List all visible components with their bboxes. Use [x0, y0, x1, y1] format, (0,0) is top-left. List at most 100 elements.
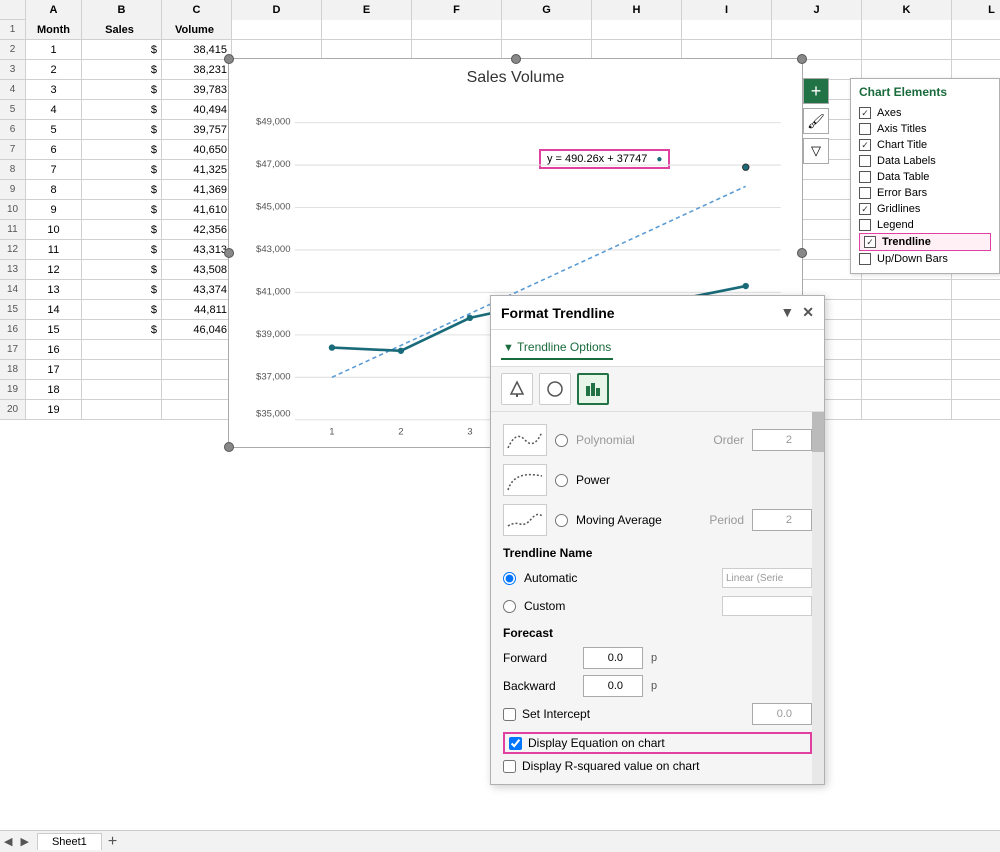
cell-volume[interactable]: 41,610: [162, 200, 232, 220]
chart-element-item[interactable]: Axis Titles: [859, 121, 991, 137]
display-rsquared-checkbox[interactable]: [503, 760, 516, 773]
cell-month[interactable]: 17: [26, 360, 82, 380]
cell-empty[interactable]: [952, 60, 1000, 80]
cell-volume[interactable]: 41,325: [162, 160, 232, 180]
cell-empty[interactable]: [862, 400, 952, 420]
cell-month[interactable]: 12: [26, 260, 82, 280]
cell-sales[interactable]: $: [82, 220, 162, 240]
cell-empty[interactable]: [862, 20, 952, 40]
ce-checkbox[interactable]: ✓: [859, 107, 871, 119]
bar-chart-tab-button[interactable]: [577, 373, 609, 405]
add-sheet-button[interactable]: +: [102, 833, 123, 851]
cell-sales[interactable]: $: [82, 180, 162, 200]
cell-volume[interactable]: 46,046: [162, 320, 232, 340]
fill-tab-button[interactable]: [501, 373, 533, 405]
cell-volume[interactable]: 43,374: [162, 280, 232, 300]
ce-checkbox[interactable]: ✓: [859, 203, 871, 215]
cell-month[interactable]: 10: [26, 220, 82, 240]
cell-sales[interactable]: $: [82, 140, 162, 160]
polynomial-radio[interactable]: [555, 434, 568, 447]
cell-month[interactable]: 6: [26, 140, 82, 160]
chart-element-item[interactable]: Data Table: [859, 169, 991, 185]
cell-month[interactable]: 4: [26, 100, 82, 120]
chart-element-item[interactable]: Error Bars: [859, 185, 991, 201]
cell-volume[interactable]: [162, 400, 232, 420]
cell-empty[interactable]: [952, 300, 1000, 320]
cell-empty[interactable]: [682, 20, 772, 40]
forward-input[interactable]: [583, 647, 643, 669]
ce-checkbox[interactable]: [859, 187, 871, 199]
cell-volume[interactable]: 39,783: [162, 80, 232, 100]
cell-empty[interactable]: [772, 20, 862, 40]
cell-month[interactable]: 3: [26, 80, 82, 100]
cell-volume[interactable]: 42,356: [162, 220, 232, 240]
cell-sales[interactable]: $: [82, 40, 162, 60]
sheet1-tab[interactable]: Sheet1: [37, 833, 102, 850]
cell-volume[interactable]: 38,231: [162, 60, 232, 80]
cell-month[interactable]: 14: [26, 300, 82, 320]
cell-empty[interactable]: [952, 340, 1000, 360]
cell-sales[interactable]: $: [82, 160, 162, 180]
cell-sales[interactable]: $: [82, 320, 162, 340]
cell-empty[interactable]: [862, 360, 952, 380]
cell-month[interactable]: 2: [26, 60, 82, 80]
polynomial-order-input[interactable]: 2: [752, 429, 812, 451]
cell-empty[interactable]: [232, 40, 322, 60]
panel-close-button[interactable]: ✕: [802, 304, 814, 321]
cell-sales[interactable]: [82, 340, 162, 360]
cell-empty[interactable]: [952, 320, 1000, 340]
cell-sales[interactable]: $: [82, 260, 162, 280]
cell-month[interactable]: 11: [26, 240, 82, 260]
nav-prev-button[interactable]: ◀: [0, 835, 16, 848]
cell-volume[interactable]: 43,508: [162, 260, 232, 280]
resize-handle-tr[interactable]: [797, 54, 807, 64]
cell-empty[interactable]: [862, 340, 952, 360]
cell-empty[interactable]: [592, 20, 682, 40]
cell-month[interactable]: 13: [26, 280, 82, 300]
cell-month[interactable]: 7: [26, 160, 82, 180]
cell-empty[interactable]: [772, 40, 862, 60]
chart-add-button[interactable]: +: [803, 78, 829, 104]
resize-handle-tl[interactable]: [224, 54, 234, 64]
cell-empty[interactable]: [952, 20, 1000, 40]
cell-volume[interactable]: 38,415: [162, 40, 232, 60]
nav-next-button[interactable]: ▶: [16, 835, 32, 848]
automatic-name-radio[interactable]: [503, 572, 516, 585]
cell-volume[interactable]: 40,650: [162, 140, 232, 160]
cell-empty[interactable]: [412, 40, 502, 60]
cell-volume[interactable]: [162, 340, 232, 360]
ce-checkbox[interactable]: [859, 123, 871, 135]
custom-name-radio[interactable]: [503, 600, 516, 613]
period-input[interactable]: 2: [752, 509, 812, 531]
cell-month[interactable]: 1: [26, 40, 82, 60]
set-intercept-checkbox[interactable]: [503, 708, 516, 721]
automatic-name-input[interactable]: [722, 568, 812, 588]
cell-sales[interactable]: [82, 400, 162, 420]
chart-element-item[interactable]: Up/Down Bars: [859, 251, 991, 267]
resize-handle-tm[interactable]: [511, 54, 521, 64]
chart-element-item[interactable]: Legend: [859, 217, 991, 233]
chart-element-item[interactable]: ✓Axes: [859, 105, 991, 121]
line-tab-button[interactable]: [539, 373, 571, 405]
cell-empty[interactable]: [952, 280, 1000, 300]
cell-sales[interactable]: [82, 380, 162, 400]
chart-style-button[interactable]: 🖌: [803, 108, 829, 134]
cell-volume[interactable]: 43,313: [162, 240, 232, 260]
cell-empty[interactable]: [592, 40, 682, 60]
chart-element-item[interactable]: ✓Gridlines: [859, 201, 991, 217]
custom-name-input[interactable]: [722, 596, 812, 616]
cell-sales[interactable]: $: [82, 200, 162, 220]
backward-input[interactable]: [583, 675, 643, 697]
set-intercept-input[interactable]: [752, 703, 812, 725]
cell-sales[interactable]: $: [82, 280, 162, 300]
cell-volume[interactable]: 44,811: [162, 300, 232, 320]
cell-empty[interactable]: [322, 40, 412, 60]
chart-element-item[interactable]: ✓Chart Title: [859, 137, 991, 153]
cell-sales[interactable]: $: [82, 60, 162, 80]
cell-empty[interactable]: [952, 40, 1000, 60]
cell-month[interactable]: 8: [26, 180, 82, 200]
ce-checkbox[interactable]: ✓: [859, 139, 871, 151]
cell-empty[interactable]: [862, 320, 952, 340]
cell-sales[interactable]: $: [82, 300, 162, 320]
cell-volume[interactable]: [162, 380, 232, 400]
